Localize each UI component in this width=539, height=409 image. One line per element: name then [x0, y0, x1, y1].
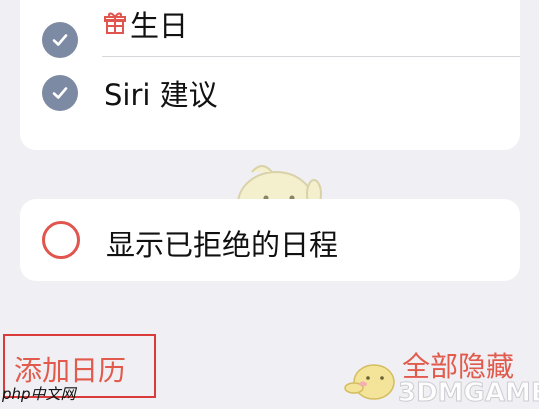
- show-declined-events-label: 显示已拒绝的日程: [106, 228, 339, 262]
- gift-icon: [104, 10, 126, 40]
- calendar-row-siri-suggestions[interactable]: Siri 建议: [20, 56, 520, 130]
- php-watermark: php中文网: [2, 385, 76, 403]
- small-mascot-watermark-icon: [344, 364, 395, 400]
- calendar-row-birthday[interactable]: 生日: [20, 0, 520, 58]
- 3dmgame-watermark: 3DMGAME: [398, 378, 539, 409]
- siri-suggestions-label: Siri 建议: [104, 78, 218, 112]
- declined-events-card: 显示已拒绝的日程: [20, 199, 520, 281]
- birthday-label: 生日: [130, 9, 189, 43]
- show-declined-events-row[interactable]: 显示已拒绝的日程: [20, 199, 520, 281]
- calendar-list-card: 生日 Siri 建议: [20, 0, 520, 150]
- checkmark-icon[interactable]: [42, 75, 78, 111]
- empty-circle-icon[interactable]: [42, 221, 80, 259]
- checkmark-icon[interactable]: [42, 22, 78, 58]
